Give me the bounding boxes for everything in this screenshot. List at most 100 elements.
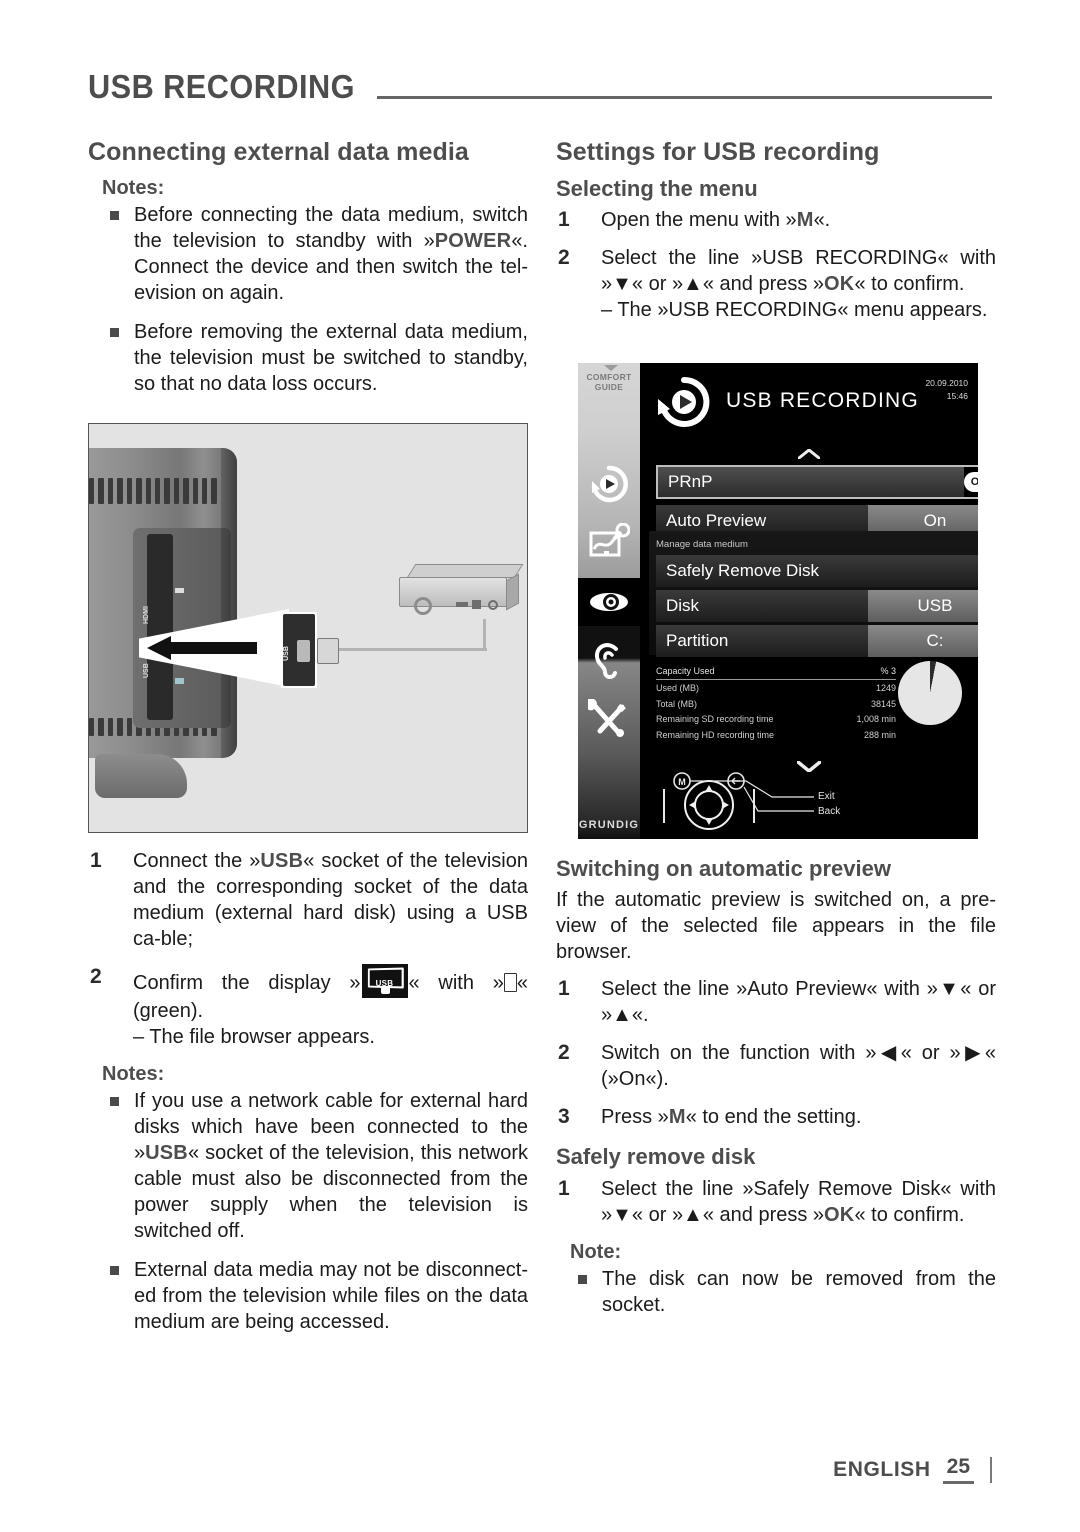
ok-badge[interactable]: OK bbox=[964, 472, 978, 492]
brand-logo: GRUNDIG bbox=[578, 819, 640, 831]
subsection-selecting-the-menu: Selecting the menu bbox=[556, 176, 758, 201]
step-number: 1 bbox=[558, 977, 570, 1001]
usb-display-icon: USB bbox=[361, 964, 408, 998]
note-keyword: POWER bbox=[434, 230, 512, 252]
usb-recording-logo-icon bbox=[658, 376, 710, 427]
nav-exit-label: Exit bbox=[818, 791, 835, 802]
notes-label-2: Notes: bbox=[102, 1063, 165, 1085]
page-title: USB RECORDING bbox=[88, 68, 355, 105]
scroll-up-caret-icon[interactable] bbox=[798, 449, 820, 459]
step-item: 1 Open the menu with »M«. bbox=[556, 207, 996, 233]
stats-value: 1249 bbox=[875, 682, 896, 693]
sub2-intro-text: If the automatic preview is switched on,… bbox=[556, 889, 996, 964]
navigation-labels: Exit Back bbox=[818, 789, 840, 819]
menu-header: USB RECORDING 20.09.2010 15:46 bbox=[640, 371, 978, 433]
stats-row: Total (MB) 38145 bbox=[656, 696, 896, 712]
step-text-a: Select the line »Auto Preview« with »▼« … bbox=[601, 978, 996, 1027]
step-text-b: « with » bbox=[408, 972, 504, 994]
step-number: 1 bbox=[558, 1176, 570, 1200]
usb-port-label: USB bbox=[143, 663, 150, 678]
television-stand bbox=[95, 754, 187, 798]
menu-row-value[interactable]: C: bbox=[868, 625, 978, 657]
step-text-a: Connect the » bbox=[133, 850, 261, 872]
ear-sound-icon[interactable] bbox=[588, 639, 630, 681]
subsection-safely-remove-disk: Safely remove disk bbox=[556, 1144, 756, 1170]
right-section-title: Settings for USB recording bbox=[556, 138, 880, 166]
usb-cable-bend bbox=[483, 619, 486, 651]
step-item: 3 Press »M« to end the setting. bbox=[556, 1104, 996, 1130]
menu-sidebar: COMFORT GUIDE GRUNDIG bbox=[578, 363, 640, 839]
right-column: Settings for USB recording Selecting the… bbox=[556, 138, 996, 335]
note-keyword: USB bbox=[145, 1142, 188, 1164]
language-label: ENGLISH bbox=[833, 1457, 931, 1481]
menu-time: 15:46 bbox=[946, 390, 968, 401]
stats-value: % 3 bbox=[880, 665, 896, 676]
usb-socket-closeup: USB bbox=[281, 612, 317, 688]
step-text-a: Confirm the display » bbox=[133, 972, 361, 994]
step-result: – The »USB RECORDING« menu appears. bbox=[601, 299, 988, 322]
stats-value: 288 min bbox=[863, 730, 896, 741]
note-text: The disk can now be removed from the soc… bbox=[602, 1267, 996, 1316]
source-connections-icon[interactable] bbox=[588, 523, 630, 565]
menu-row-partition[interactable]: Partition C: bbox=[656, 625, 978, 657]
menu-row-label: PRnP bbox=[658, 467, 964, 497]
menu-row-value[interactable]: USB bbox=[868, 590, 978, 622]
stats-row: Used (MB) 1249 bbox=[656, 680, 896, 696]
page-header: USB RECORDING bbox=[88, 55, 992, 103]
hdmi-port-label: HDMI bbox=[143, 606, 150, 624]
stats-row: Remaining SD recording time 1,008 min bbox=[656, 712, 896, 728]
note-item: External data media may not be disconnec… bbox=[102, 1257, 528, 1335]
notes-label: Notes: bbox=[102, 177, 165, 199]
subsection-switching-on-automatic-preview: Switching on automatic preview bbox=[556, 856, 891, 881]
step-item: 1 Select the line »Safely Remove Disk« w… bbox=[556, 1176, 996, 1228]
note-item: Before removing the external data medium… bbox=[102, 319, 528, 397]
sidebar-caption-line2: GUIDE bbox=[594, 381, 624, 392]
vent-slots-top bbox=[89, 478, 217, 504]
step-number: 2 bbox=[558, 1041, 570, 1065]
note-text-part1: External data media may not be disconnec… bbox=[134, 1259, 528, 1333]
note-text-part1: Before removing the external data medium… bbox=[134, 321, 528, 395]
step-text-a: Switch on the function with »◀« or »▶« (… bbox=[601, 1042, 996, 1091]
menu-row-label: Safely Remove Disk bbox=[656, 555, 978, 587]
green-button-icon bbox=[503, 973, 517, 992]
usb-recording-menu-screenshot: COMFORT GUIDE GRUNDIG USB RECORDING 20.0… bbox=[578, 363, 978, 839]
step-text-b: « to confirm. bbox=[854, 273, 965, 296]
menu-row-prnp[interactable]: PRnP OK bbox=[656, 465, 978, 499]
step-number: 3 bbox=[558, 1105, 570, 1129]
step-keyword: M bbox=[796, 209, 814, 232]
step-number: 2 bbox=[558, 246, 570, 270]
usb-cable bbox=[339, 648, 487, 651]
header-rule bbox=[377, 96, 992, 99]
page-number: 25 bbox=[942, 1455, 974, 1484]
note-item: Before connecting the data medium, switc… bbox=[102, 202, 528, 306]
step-item: 2 Switch on the function with »◀« or »▶«… bbox=[556, 1040, 996, 1092]
step-text-b: « to confirm. bbox=[854, 1203, 965, 1226]
step-number: 1 bbox=[558, 208, 570, 232]
tv-usb-connection-illustration: HDMI USB USB bbox=[88, 423, 528, 833]
stats-row: Remaining HD recording time 288 min bbox=[656, 728, 896, 744]
menu-main-area: USB RECORDING 20.09.2010 15:46 PRnP OK A… bbox=[640, 363, 978, 839]
right-column-lower: Switching on automatic preview If the au… bbox=[556, 850, 996, 1331]
step-item: 1 Select the line »Auto Preview« with »▼… bbox=[556, 976, 996, 1028]
menu-row-disk[interactable]: Disk USB bbox=[656, 590, 978, 622]
television-body: HDMI USB bbox=[89, 448, 237, 758]
port-connector bbox=[175, 588, 184, 593]
left-section-title: Connecting external data media bbox=[88, 138, 469, 166]
nav-back-label: Back bbox=[818, 806, 841, 817]
menu-row-safely-remove-disk[interactable]: Safely Remove Disk bbox=[656, 555, 978, 587]
step-text-a: Open the menu with » bbox=[601, 209, 797, 232]
eye-picture-icon[interactable] bbox=[588, 581, 630, 623]
note-item: If you use a network cable for external … bbox=[102, 1088, 528, 1244]
sidebar-up-caret-icon bbox=[604, 365, 618, 371]
step-keyword: OK bbox=[824, 273, 855, 296]
step-keyword: USB bbox=[260, 850, 304, 872]
step-keyword: M bbox=[668, 1106, 686, 1129]
tools-settings-icon[interactable] bbox=[588, 699, 630, 741]
step-keyword: OK bbox=[824, 1203, 855, 1226]
usb-recording-icon[interactable] bbox=[588, 463, 630, 505]
callout-arrow-icon bbox=[147, 636, 257, 660]
usb-jack bbox=[297, 640, 310, 662]
usb-plug bbox=[317, 638, 339, 664]
usb-socket-label: USB bbox=[282, 646, 290, 661]
left-column-lower: 1 Connect the »USB« socket of the televi… bbox=[88, 848, 528, 1348]
